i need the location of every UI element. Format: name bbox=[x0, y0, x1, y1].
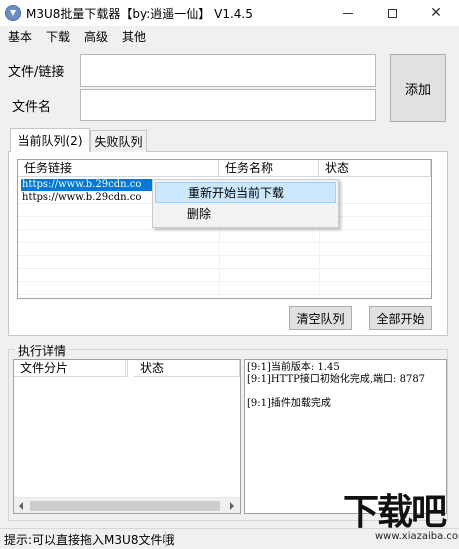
menu-other[interactable]: 其他 bbox=[122, 28, 146, 45]
window-title: M3U8批量下载器【by:逍遥一仙】 V1.4.5 bbox=[26, 7, 253, 21]
close-button[interactable]: ✕ bbox=[414, 0, 458, 26]
minimize-button[interactable] bbox=[326, 0, 370, 26]
status-separator bbox=[165, 531, 166, 548]
file-link-label: 文件/链接 bbox=[8, 65, 65, 80]
clear-queue-button[interactable]: 清空队列 bbox=[289, 306, 352, 330]
column-header-file-parts[interactable]: 文件分片 bbox=[14, 360, 128, 377]
row-divider bbox=[18, 294, 431, 295]
file-name-label: 文件名 bbox=[12, 100, 52, 115]
column-header-status[interactable]: 状态 bbox=[319, 160, 431, 177]
menu-bar: 基本 下载 高级 其他 bbox=[0, 26, 459, 46]
row-divider bbox=[18, 255, 431, 256]
menu-basic[interactable]: 基本 bbox=[8, 28, 32, 45]
status-hint: 提示:可以直接拖入M3U8文件哦 bbox=[4, 533, 175, 547]
start-all-button[interactable]: 全部开始 bbox=[369, 306, 432, 330]
column-header-task-link[interactable]: 任务链接 bbox=[18, 160, 219, 177]
maximize-icon bbox=[387, 8, 397, 18]
watermark-logo: 下载吧 bbox=[343, 492, 447, 533]
scrollbar-thumb[interactable] bbox=[30, 501, 220, 511]
execution-details-title: 执行详情 bbox=[15, 342, 70, 359]
menu-download[interactable]: 下载 bbox=[46, 28, 70, 45]
tab-current-queue[interactable]: 当前队列(2) bbox=[10, 128, 90, 152]
row-divider bbox=[18, 242, 431, 243]
file-name-input[interactable] bbox=[80, 89, 376, 121]
file-parts-list[interactable]: 文件分片 状态 bbox=[13, 359, 241, 514]
watermark-url: www.xiazaiba.com bbox=[375, 531, 459, 542]
column-header-part-status[interactable]: 状态 bbox=[134, 360, 240, 377]
add-button[interactable]: 添加 bbox=[390, 54, 446, 122]
row-divider bbox=[18, 281, 431, 282]
row-divider bbox=[18, 268, 431, 269]
log-line: [9:1]HTTP接口初始化完成,端口: 8787 bbox=[247, 374, 426, 385]
title-bar[interactable]: M3U8批量下载器【by:逍遥一仙】 V1.4.5 ✕ bbox=[0, 0, 459, 26]
menu-advanced[interactable]: 高级 bbox=[84, 28, 108, 45]
close-icon: ✕ bbox=[430, 5, 442, 21]
tab-failed-queue[interactable]: 失败队列 bbox=[90, 130, 147, 152]
horizontal-scrollbar[interactable] bbox=[14, 497, 240, 513]
context-menu: 重新开始当前下载 删除 bbox=[152, 179, 339, 228]
row-divider bbox=[18, 229, 431, 230]
column-header-task-name[interactable]: 任务名称 bbox=[219, 160, 319, 177]
log-line: [9:1]插件加载完成 bbox=[247, 398, 331, 409]
task-link-cell: https://www.b.29cdn.co bbox=[22, 192, 142, 203]
scroll-left-icon[interactable] bbox=[19, 502, 23, 510]
task-link-cell: https://www.b.29cdn.co bbox=[21, 179, 156, 191]
maximize-button[interactable] bbox=[370, 0, 414, 26]
context-menu-delete[interactable]: 删除 bbox=[155, 204, 336, 225]
log-line: [9:1]当前版本: 1.45 bbox=[247, 362, 340, 373]
file-link-input[interactable] bbox=[80, 54, 376, 87]
scroll-right-icon[interactable] bbox=[230, 502, 234, 510]
app-download-icon bbox=[5, 5, 21, 21]
context-menu-restart-download[interactable]: 重新开始当前下载 bbox=[155, 182, 336, 203]
minimize-icon bbox=[343, 12, 353, 14]
